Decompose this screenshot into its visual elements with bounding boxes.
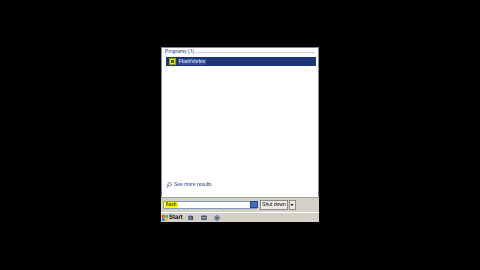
magnifier-icon (166, 182, 172, 188)
see-more-results-label: See more results (174, 182, 212, 188)
shut-down-button[interactable]: Shut down (260, 200, 288, 210)
quick-launch-icon-1[interactable] (188, 215, 194, 221)
windows-logo-icon (162, 215, 168, 221)
section-divider (188, 52, 315, 53)
app-icon (169, 58, 176, 65)
start-menu-footer: flash Shut down ▸ (161, 197, 319, 212)
quick-launch-icon-3[interactable] (214, 215, 220, 221)
search-go-icon[interactable] (250, 201, 258, 208)
see-more-results-link[interactable]: See more results (166, 182, 212, 188)
start-menu: Programs (1) FlashVortex See more result… (161, 47, 319, 212)
shut-down-options-arrow[interactable]: ▸ (289, 200, 296, 210)
quick-launch-icon-2[interactable] (201, 215, 207, 221)
start-label: Start (169, 215, 183, 221)
start-button[interactable]: Start (162, 214, 183, 222)
search-input-value: flash (165, 202, 178, 208)
search-input[interactable]: flash (163, 201, 257, 209)
search-result-item[interactable]: FlashVortex (166, 57, 316, 66)
taskbar: Start (161, 212, 319, 222)
search-result-label: FlashVortex (178, 58, 207, 65)
